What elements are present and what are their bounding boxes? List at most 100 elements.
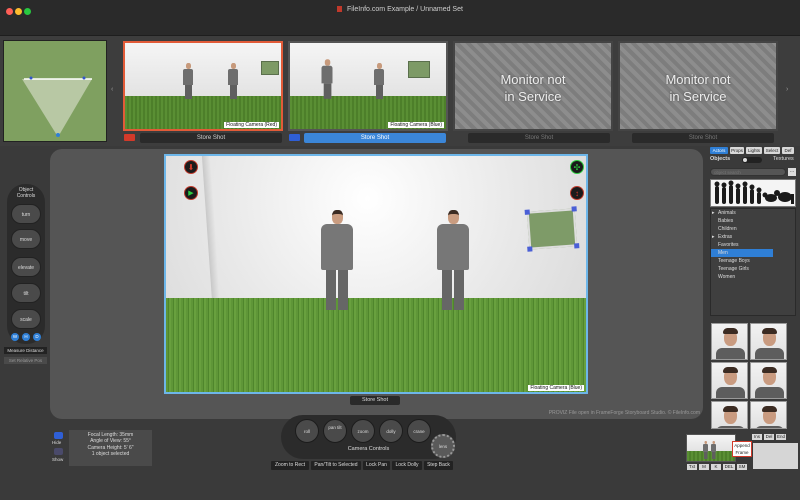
category-silhouettes-image: [710, 179, 796, 207]
end-frame-button[interactable]: End: [776, 434, 786, 440]
shot-thumbnail-blue[interactable]: Floating Camera (Blue): [288, 41, 448, 131]
actor-thumb-5[interactable]: [711, 401, 748, 429]
status-text: PROVIZ File open in FrameForge Storyboar…: [548, 410, 700, 416]
mode-h-button[interactable]: H: [22, 333, 30, 341]
category-label: Children: [718, 226, 737, 232]
expand-arrow-icon[interactable]: ▸: [712, 233, 715, 241]
tilt-up-icon[interactable]: ⬇: [184, 160, 198, 174]
shot-camera-label: Floating Camera (Red): [224, 122, 279, 128]
selected-board-prop[interactable]: [524, 206, 580, 252]
dolly-knob[interactable]: dolly: [379, 419, 403, 443]
actor-thumb-6[interactable]: [750, 401, 787, 429]
category-item[interactable]: ▸ Animals: [711, 209, 791, 217]
red-camera-icon: [124, 134, 135, 141]
turn-button[interactable]: turn: [11, 204, 41, 224]
scale-button[interactable]: scale: [11, 309, 41, 329]
camera-controls-title: Camera Controls: [347, 446, 390, 452]
k-button[interactable]: K: [711, 464, 721, 470]
current-frame-thumbnail[interactable]: [686, 434, 736, 462]
lock-dolly-button[interactable]: Lock Dolly: [392, 461, 422, 470]
crane-knob[interactable]: crane: [407, 419, 431, 443]
mode-d-button[interactable]: D: [33, 333, 41, 341]
elevate-button[interactable]: elevate: [11, 257, 41, 277]
category-item[interactable]: Babies: [711, 217, 791, 225]
tab-def[interactable]: Def: [782, 147, 794, 154]
insert-frame-button[interactable]: Ins: [752, 434, 762, 440]
category-item[interactable]: Children: [711, 225, 791, 233]
category-label: Teenage Boys: [718, 258, 750, 264]
actor-thumb-2[interactable]: [750, 323, 787, 360]
step-back-button[interactable]: Step Back: [424, 461, 453, 470]
camera-info-box: Focal Length: 35mm Angle of View: 55° Ca…: [69, 430, 152, 466]
show-icon[interactable]: [54, 448, 63, 455]
hide-icon[interactable]: [54, 432, 63, 439]
zoom-knob[interactable]: zoom: [351, 419, 375, 443]
pan-tilt-knob[interactable]: pan tilt: [323, 419, 347, 443]
category-item[interactable]: Women: [711, 273, 791, 281]
frame-placeholder[interactable]: [753, 443, 798, 469]
camera-viewport[interactable]: ⬇ ▶ ✣ ↕ Floating Camera (Blue): [164, 154, 588, 394]
move-button[interactable]: move: [11, 229, 41, 249]
delete-frame-button[interactable]: Del: [764, 434, 774, 440]
mode-w-button[interactable]: W: [11, 333, 19, 341]
move-cross-icon[interactable]: ✣: [570, 160, 584, 174]
actor-thumb-4[interactable]: [750, 362, 787, 399]
set-relative-pos-button[interactable]: Set Relative Pos: [4, 357, 47, 364]
monitor-not-in-service-3[interactable]: Monitor not in Service: [453, 41, 613, 131]
lens-dial[interactable]: lens: [431, 434, 455, 458]
category-item[interactable]: Favorites: [711, 241, 791, 249]
store-shot-button-1[interactable]: Store Shot: [140, 133, 282, 143]
tab-actors[interactable]: Actors: [710, 147, 728, 154]
hide-label[interactable]: Hide: [52, 440, 61, 445]
monitor-text-line-1: Monitor not: [665, 72, 731, 87]
category-item[interactable]: Teenage Girls: [711, 265, 791, 273]
camera-controls-panel: roll pan tilt zoom dolly crane Camera Co…: [281, 415, 456, 459]
play-icon[interactable]: ▶: [184, 186, 198, 200]
actor-thumb-1[interactable]: [711, 323, 748, 360]
strip-right-arrow-icon[interactable]: ›: [786, 86, 788, 93]
tab-props[interactable]: Props: [730, 147, 744, 154]
document-icon: [337, 6, 343, 12]
title-bar: FileInfo.com Example / Unnamed Set: [0, 0, 800, 36]
shot-thumbnail-red[interactable]: Floating Camera (Red): [123, 41, 283, 131]
roll-knob[interactable]: roll: [295, 419, 319, 443]
viewport-store-shot-button[interactable]: Store Shot: [350, 396, 400, 405]
monitor-text-line-2: in Service: [504, 89, 562, 104]
strip-left-arrow-icon[interactable]: ‹: [111, 86, 113, 93]
object-search-input[interactable]: [710, 168, 786, 176]
category-item[interactable]: ▸ Extras: [711, 233, 791, 241]
tab-select[interactable]: Select: [764, 147, 780, 154]
store-shot-button-2[interactable]: Store Shot: [304, 133, 446, 143]
monitor-not-in-service-4[interactable]: Monitor not in Service: [618, 41, 778, 131]
zoom-to-rect-button[interactable]: Zoom to Rect: [271, 461, 309, 470]
hide-show-toggle: Hide Show: [52, 430, 66, 464]
actor-thumb-3[interactable]: [711, 362, 748, 399]
tab-lights[interactable]: Lights: [746, 147, 762, 154]
measure-distance-button[interactable]: Measure Distance: [4, 347, 47, 354]
store-shot-button-4[interactable]: Store Shot: [632, 133, 774, 143]
text-button[interactable]: Txt: [687, 464, 697, 470]
sm-button[interactable]: SM: [737, 464, 747, 470]
category-item[interactable]: Men: [711, 249, 773, 257]
m-button[interactable]: M: [699, 464, 709, 470]
lock-pan-button[interactable]: Lock Pan: [363, 461, 390, 470]
show-label[interactable]: Show: [52, 457, 63, 462]
search-options-icon[interactable]: …: [788, 168, 796, 176]
actor-man-right[interactable]: [436, 210, 470, 310]
objects-textures-toggle[interactable]: [742, 157, 762, 163]
expand-arrow-icon[interactable]: ▸: [712, 209, 715, 217]
viewport-camera-label: Floating Camera (Blue): [528, 385, 584, 391]
append-frame-button[interactable]: Append Frame: [732, 441, 752, 457]
store-shot-button-3[interactable]: Store Shot: [468, 133, 610, 143]
actor-man-left[interactable]: [320, 210, 354, 310]
category-label: Women: [718, 274, 736, 280]
vertical-move-icon[interactable]: ↕: [570, 186, 584, 200]
del-button[interactable]: DEL: [723, 464, 735, 470]
selection-count: 1 object selected: [91, 451, 130, 458]
category-label: Favorites: [718, 242, 739, 248]
pan-tilt-to-selected-button[interactable]: Pan/Tilt to Selected: [311, 461, 361, 470]
category-item[interactable]: Teenage Boys: [711, 257, 791, 265]
overhead-map[interactable]: [3, 40, 107, 142]
category-label: Extras: [718, 234, 733, 240]
tilt-button[interactable]: tilt: [11, 283, 41, 303]
